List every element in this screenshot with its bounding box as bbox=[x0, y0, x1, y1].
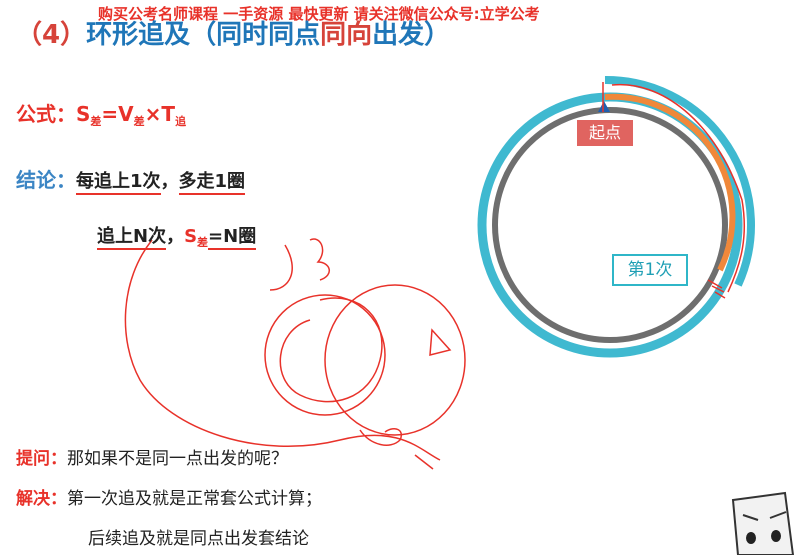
question-text: 那如果不是同一点出发的呢？ bbox=[67, 449, 288, 469]
scribble-circle-right bbox=[324, 284, 466, 436]
conclusion-row-1: 结论：每追上1次，多走1圈 bbox=[16, 164, 246, 195]
formula-v-sub: 差 bbox=[133, 115, 145, 128]
formula-row: 公式：S差=V差×T追 bbox=[16, 98, 187, 128]
start-marker-icon bbox=[598, 101, 610, 112]
scribble-curve-right bbox=[269, 244, 293, 291]
question-row: 提问：那如果不是同一点出发的呢？ bbox=[16, 444, 288, 469]
answer-line2: 后续追及就是同点出发套结论 bbox=[88, 529, 309, 549]
question-label: 提问： bbox=[16, 449, 67, 469]
conclusion-line2-s-sub: 差 bbox=[197, 236, 209, 249]
heading-note-highlight: 同向 bbox=[320, 20, 373, 50]
heading-topic: 环形追及 bbox=[86, 20, 191, 50]
conclusion-line1-sep: ， bbox=[160, 171, 179, 192]
conclusion-line1-b: 多走1圈 bbox=[178, 171, 246, 195]
answer-line1: 第一次追及就是正常套公式计算； bbox=[67, 489, 322, 509]
start-point-badge: 起点 bbox=[577, 120, 633, 146]
conclusion-line2-s: S bbox=[184, 226, 198, 247]
conclusion-line2-tail: =N圈 bbox=[208, 226, 257, 250]
heading-note-open: （同时同点 bbox=[190, 20, 321, 50]
formula-eq: = bbox=[101, 102, 119, 126]
heading-note-close: 出发） bbox=[372, 20, 451, 50]
conclusion-row-2: 追上N次，S差=N圈 bbox=[97, 222, 257, 250]
first-catch-label: 第1次 bbox=[612, 254, 688, 286]
formula-times: × bbox=[144, 102, 162, 126]
formula-v: V bbox=[118, 102, 134, 126]
scribble-triangle bbox=[429, 328, 452, 356]
scribble-tail bbox=[414, 454, 434, 470]
formula-s: S bbox=[76, 102, 91, 126]
handwritten-scribbles bbox=[124, 238, 466, 470]
formula-t: T bbox=[161, 102, 176, 126]
heading-number: （4） bbox=[16, 20, 87, 50]
answer-label: 解决： bbox=[16, 489, 67, 509]
mascot-icon bbox=[731, 491, 795, 555]
conclusion-line2-a: 追上N次 bbox=[97, 226, 167, 250]
conclusion-line1-a: 每追上1次 bbox=[76, 171, 161, 195]
conclusion-label: 结论： bbox=[16, 168, 76, 192]
formula-s-sub: 差 bbox=[90, 115, 102, 128]
answer-row-1: 解决：第一次追及就是正常套公式计算； bbox=[16, 484, 322, 509]
formula-label: 公式： bbox=[16, 102, 76, 126]
formula-t-sub: 追 bbox=[175, 115, 187, 128]
section-heading: （4）环形追及（同时同点同向出发） bbox=[16, 14, 450, 51]
conclusion-line2-sep: ， bbox=[166, 226, 185, 247]
scribble-b bbox=[309, 238, 330, 281]
scribble-inner-loop bbox=[279, 297, 383, 403]
scribble-curve-left bbox=[124, 239, 441, 461]
